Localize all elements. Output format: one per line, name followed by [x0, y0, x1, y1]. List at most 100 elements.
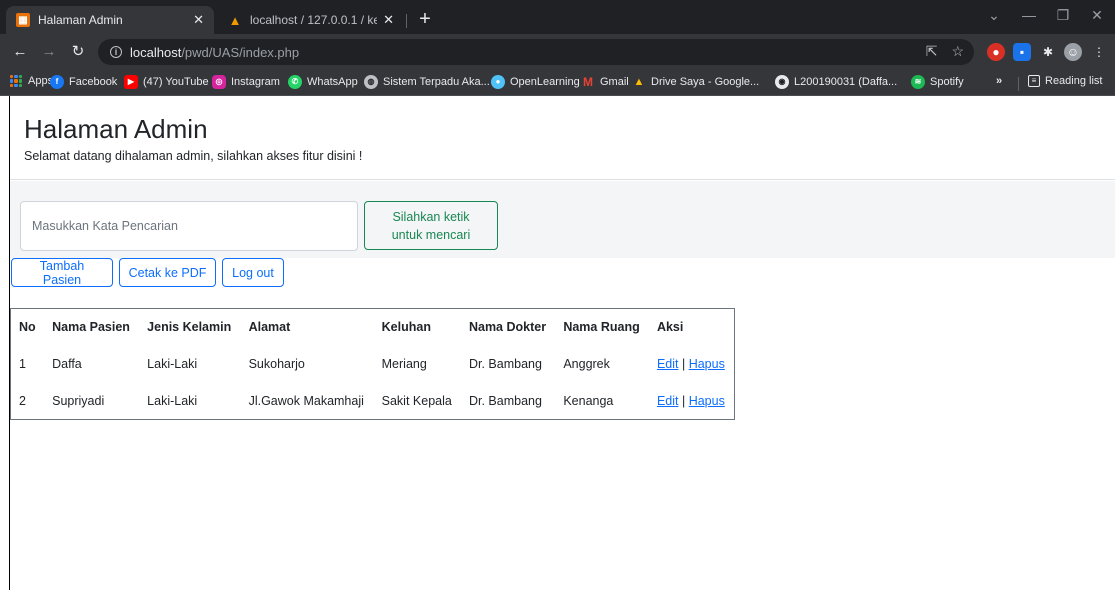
- extension-translate-icon[interactable]: ▪: [1013, 43, 1031, 61]
- table-cell-actions: Edit | Hapus: [649, 346, 735, 383]
- edit-link[interactable]: Edit: [657, 357, 679, 371]
- github-icon: ◉: [775, 75, 789, 89]
- window-close-icon[interactable]: ✕: [1087, 7, 1107, 24]
- bookmark-drive[interactable]: ▲ Drive Saya - Google...: [632, 75, 760, 89]
- instagram-icon: ◎: [212, 75, 226, 89]
- table-cell-actions: Edit | Hapus: [649, 383, 735, 420]
- table-row: 1 Daffa Laki-Laki Sukoharjo Meriang Dr. …: [11, 346, 735, 383]
- bookmark-facebook[interactable]: f Facebook: [50, 75, 117, 89]
- admin-favicon-icon: ▦: [16, 13, 30, 27]
- table-cell: 2: [19, 393, 26, 408]
- menu-kebab-icon[interactable]: ⋮: [1090, 43, 1108, 61]
- share-icon[interactable]: ⇱: [926, 43, 938, 60]
- openlearning-icon: ●: [491, 75, 505, 89]
- tab-phpmyadmin[interactable]: ▲ localhost / 127.0.0.1 / kesehatan ✕: [218, 6, 404, 34]
- column-header: Nama Pasien: [52, 320, 130, 335]
- address-bar[interactable]: i localhost/pwd/UAS/index.php ⇱ ☆: [98, 39, 974, 65]
- table-cell: Dr. Bambang: [468, 357, 542, 371]
- bookmark-sistem-terpadu[interactable]: ◍ Sistem Terpadu Aka...: [364, 75, 490, 89]
- print-pdf-button[interactable]: Cetak ke PDF: [119, 258, 216, 287]
- tab-separator: [406, 14, 407, 28]
- table-cell: Laki-Laki: [147, 393, 198, 408]
- globe-icon: ◍: [364, 75, 378, 89]
- tab-search-icon[interactable]: ⌄: [984, 7, 1004, 24]
- table-cell: Sukoharjo: [248, 357, 305, 371]
- search-input[interactable]: [20, 201, 358, 251]
- table-cell: 1: [19, 357, 26, 371]
- forward-arrow-icon[interactable]: →: [39, 42, 59, 62]
- gmail-icon: M: [583, 75, 593, 89]
- page-header: Halaman Admin Selamat datang dihalaman a…: [10, 96, 1115, 180]
- column-header: Nama Ruang: [563, 320, 640, 335]
- logout-button[interactable]: Log out: [222, 258, 284, 287]
- tab-halaman-admin[interactable]: ▦ Halaman Admin ✕: [6, 6, 214, 34]
- delete-link[interactable]: Hapus: [689, 357, 725, 371]
- phpmyadmin-favicon-icon: ▲: [228, 12, 242, 28]
- bookmark-github[interactable]: ◉ L200190031 (Daffa...: [775, 75, 897, 89]
- tab-title: localhost / 127.0.0.1 / kesehatan: [250, 13, 378, 27]
- site-info-icon[interactable]: i: [110, 46, 122, 58]
- youtube-icon: ▶: [124, 75, 138, 89]
- back-arrow-icon[interactable]: ←: [10, 42, 30, 62]
- table-cell: Kenanga: [563, 393, 614, 408]
- extensions-puzzle-icon[interactable]: ✱: [1039, 43, 1057, 61]
- table-cell: Meriang: [381, 357, 427, 371]
- reload-icon[interactable]: ↻: [68, 42, 88, 62]
- tab-title: Halaman Admin: [38, 13, 123, 27]
- edit-link[interactable]: Edit: [657, 394, 679, 408]
- bookmarks-overflow-button[interactable]: »: [996, 75, 1002, 87]
- search-button[interactable]: Silahkan ketik untuk mencari: [364, 201, 498, 250]
- bookmark-instagram[interactable]: ◎ Instagram: [212, 75, 280, 89]
- search-button-label-line1: Silahkan ketik: [392, 209, 470, 224]
- apps-grid-icon: [10, 75, 22, 87]
- patient-table: No Nama Pasien Jenis Kelamin Alamat Kelu…: [10, 308, 735, 420]
- spotify-icon: ≋: [911, 75, 925, 89]
- search-button-label-line2: untuk mencari: [391, 227, 471, 242]
- column-header: Keluhan: [381, 320, 431, 335]
- bookmarks-bar: Apps f Facebook ▶ (47) YouTube ◎ Instagr…: [0, 70, 1115, 96]
- close-icon[interactable]: ✕: [383, 12, 394, 28]
- whatsapp-icon: ✆: [288, 75, 302, 89]
- browser-toolbar: ← → ↻ i localhost/pwd/UAS/index.php ⇱ ☆ …: [0, 34, 1115, 70]
- url-path: /pwd/UAS/index.php: [181, 44, 300, 60]
- url-host: localhost: [130, 44, 182, 60]
- close-icon[interactable]: ✕: [193, 12, 204, 28]
- browser-tab-strip: ▦ Halaman Admin ✕ ▲ localhost / 127.0.0.…: [0, 0, 1115, 34]
- table-cell: Laki-Laki: [147, 357, 198, 371]
- column-header: No: [19, 320, 36, 335]
- table-cell: Sakit Kepala: [381, 393, 452, 408]
- bookmark-youtube[interactable]: ▶ (47) YouTube: [124, 75, 209, 89]
- page-title: Halaman Admin: [24, 114, 208, 144]
- add-patient-button[interactable]: Tambah Pasien: [11, 258, 113, 287]
- reading-list-button[interactable]: ≡ Reading list: [1028, 75, 1102, 87]
- facebook-icon: f: [50, 75, 64, 89]
- page-subtitle: Selamat datang dihalaman admin, silahkan…: [24, 149, 363, 163]
- bookmark-star-icon[interactable]: ☆: [951, 43, 964, 60]
- bookmark-gmail[interactable]: M Gmail: [581, 75, 629, 89]
- action-separator: |: [678, 357, 689, 371]
- reading-list-icon: ≡: [1028, 75, 1040, 87]
- table-cell: Supriyadi: [52, 393, 105, 408]
- column-header: Jenis Kelamin: [147, 320, 232, 335]
- bookmark-spotify[interactable]: ≋ Spotify: [911, 75, 964, 89]
- table-row: 2 Supriyadi Laki-Laki Jl.Gawok Makamhaji…: [11, 383, 735, 420]
- bookmark-whatsapp[interactable]: ✆ WhatsApp: [288, 75, 358, 89]
- google-drive-icon: ▲: [633, 76, 645, 88]
- table-cell: Daffa: [52, 357, 82, 371]
- profile-avatar-icon[interactable]: ☺: [1064, 43, 1082, 61]
- table-cell: Dr. Bambang: [468, 393, 542, 408]
- maximize-icon[interactable]: ❐: [1053, 7, 1073, 24]
- column-header: Nama Dokter: [468, 320, 547, 335]
- delete-link[interactable]: Hapus: [689, 394, 725, 408]
- bookmark-apps[interactable]: Apps: [10, 75, 53, 87]
- bookmarks-separator: [1018, 77, 1019, 91]
- table-header-row: No Nama Pasien Jenis Kelamin Alamat Kelu…: [11, 309, 735, 346]
- new-tab-icon[interactable]: +: [414, 8, 436, 30]
- extension-shield-icon[interactable]: ●: [987, 43, 1005, 61]
- column-header: Alamat: [248, 320, 291, 335]
- bookmark-openlearning[interactable]: ● OpenLearning: [491, 75, 580, 89]
- minimize-icon[interactable]: —: [1019, 7, 1039, 23]
- action-separator: |: [678, 393, 689, 408]
- table-cell: Anggrek: [563, 357, 610, 371]
- table-cell: Jl.Gawok Makamhaji: [248, 393, 364, 408]
